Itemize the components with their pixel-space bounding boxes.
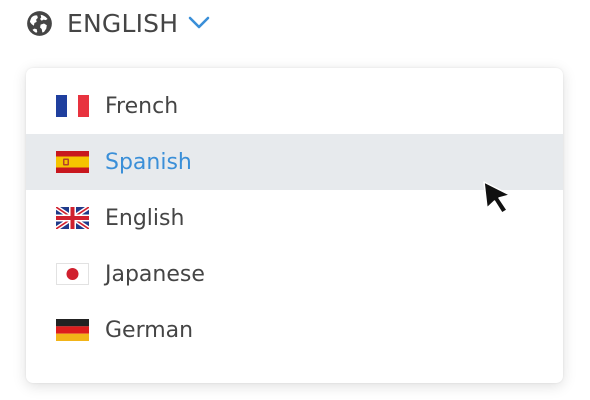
- language-option-french[interactable]: French: [26, 78, 563, 134]
- language-option-label: French: [105, 93, 179, 119]
- flag-spain-icon: [56, 151, 89, 173]
- flag-uk-icon: [56, 207, 89, 229]
- language-selector-button[interactable]: ENGLISH: [26, 7, 210, 39]
- flag-france-icon: [56, 95, 89, 117]
- chevron-down-icon: [188, 16, 210, 29]
- language-option-label: Japanese: [105, 261, 205, 287]
- globe-icon: [27, 10, 52, 36]
- language-selector-screen: ENGLISH French Spanish English Japanese …: [0, 0, 590, 400]
- flag-japan-icon: [56, 263, 89, 285]
- current-language-label: ENGLISH: [67, 8, 179, 38]
- language-dropdown-menu: French Spanish English Japanese German: [26, 68, 563, 383]
- language-option-label: Spanish: [105, 149, 192, 175]
- language-option-german[interactable]: German: [26, 302, 563, 358]
- language-option-label: English: [105, 205, 185, 231]
- flag-germany-icon: [56, 319, 89, 341]
- language-option-japanese[interactable]: Japanese: [26, 246, 563, 302]
- language-option-label: German: [105, 317, 194, 343]
- mouse-cursor-icon: [483, 181, 511, 214]
